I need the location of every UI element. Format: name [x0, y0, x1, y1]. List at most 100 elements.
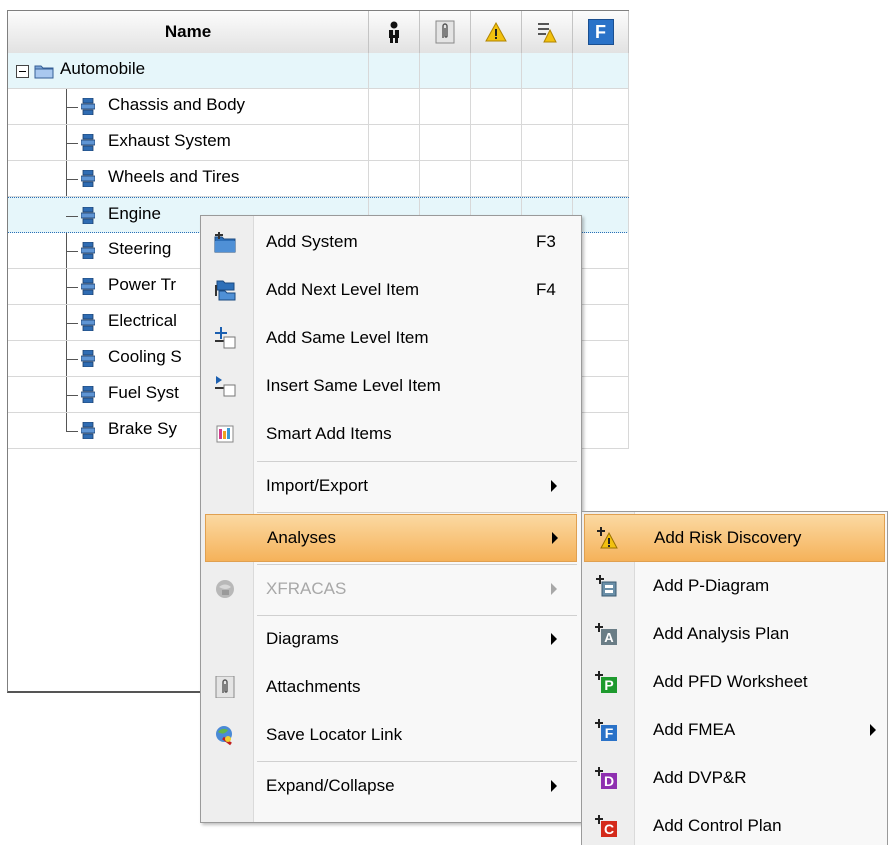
- menu-item-diagrams[interactable]: Diagrams: [201, 616, 581, 664]
- menu-item-add-next-level[interactable]: Add Next Level Item F4: [201, 267, 581, 315]
- system-icon: [81, 278, 95, 295]
- analysis-plan-icon: A: [595, 623, 617, 645]
- locator-link-icon: [216, 726, 232, 746]
- menu-item-label: Diagrams: [266, 629, 339, 648]
- tree-item-label: Power Tr: [108, 275, 177, 294]
- menu-item-label: Expand/Collapse: [266, 776, 395, 795]
- tree-item-label: Steering: [108, 239, 172, 258]
- tree-item-label: Engine: [108, 204, 161, 223]
- menu-separator: [257, 512, 577, 513]
- menu-item-label: Add Next Level Item: [266, 280, 420, 299]
- warning-icon: [485, 22, 507, 42]
- menu-item-attachments[interactable]: Attachments: [201, 664, 581, 712]
- system-icon: [81, 170, 95, 187]
- submenu-item-add-fmea[interactable]: F Add FMEA: [582, 707, 887, 755]
- menu-item-import-export[interactable]: Import/Export: [201, 463, 581, 511]
- tree-row[interactable]: Wheels and Tires: [8, 161, 629, 197]
- fmea-icon: F: [595, 719, 617, 741]
- tree-connector-line: [66, 431, 78, 432]
- submenu-item-add-pfd-worksheet[interactable]: P Add PFD Worksheet: [582, 659, 887, 707]
- menu-item-label: Attachments: [266, 677, 361, 696]
- tree-connector-line: [66, 323, 78, 324]
- menu-item-label: Analyses: [267, 528, 336, 547]
- menu-item-add-same-level[interactable]: Add Same Level Item: [201, 315, 581, 363]
- control-plan-icon: C: [595, 815, 617, 837]
- folder-icon: [34, 65, 54, 79]
- collapse-toggle[interactable]: [16, 65, 29, 78]
- xfracas-icon: [216, 580, 234, 598]
- tree-row-root[interactable]: Automobile: [8, 53, 629, 89]
- system-icon: [81, 242, 95, 259]
- fmea-column-header[interactable]: F: [573, 11, 629, 53]
- submenu-item-add-p-diagram[interactable]: Add P-Diagram: [582, 563, 887, 611]
- menu-item-label: Add P-Diagram: [653, 576, 770, 595]
- menu-item-add-system[interactable]: Add System F3: [201, 219, 581, 267]
- attachment-column-header[interactable]: [420, 11, 471, 53]
- submenu-arrow-icon: [552, 532, 558, 544]
- menu-separator: [257, 564, 577, 565]
- smart-add-icon: [216, 425, 234, 443]
- risk-discovery-icon: [597, 527, 618, 549]
- name-column-label: Name: [164, 22, 212, 41]
- menu-item-label: Add Risk Discovery: [654, 528, 802, 547]
- tree-item-label: Automobile: [60, 59, 146, 78]
- tree-item-label: Wheels and Tires: [108, 167, 240, 186]
- tree-connector-line: [66, 251, 78, 252]
- tree-row[interactable]: Chassis and Body: [8, 89, 629, 125]
- menu-separator: [257, 461, 577, 462]
- menu-item-expand-collapse[interactable]: Expand/Collapse: [201, 763, 581, 811]
- tree-connector-line: [66, 107, 78, 108]
- pfd-worksheet-icon: P: [595, 671, 617, 693]
- tree-connector-line: [66, 143, 78, 144]
- warning-column-header[interactable]: [471, 11, 522, 53]
- menu-item-save-locator-link[interactable]: Save Locator Link: [201, 712, 581, 760]
- person-column-header[interactable]: [369, 11, 420, 53]
- add-system-icon: [214, 232, 236, 253]
- tree-item-label: Cooling S: [108, 347, 182, 366]
- menu-item-label: Add DVP&R: [653, 768, 747, 787]
- menu-separator: [257, 761, 577, 762]
- menu-item-label: Add Same Level Item: [266, 328, 429, 347]
- submenu-item-add-dvpr[interactable]: D Add DVP&R: [582, 755, 887, 803]
- submenu-arrow-icon: [551, 633, 557, 645]
- menu-item-label: Add PFD Worksheet: [653, 672, 808, 691]
- submenu-arrow-icon: [870, 724, 876, 736]
- submenu-arrow-icon: [551, 480, 557, 492]
- tree-connector-line: [66, 216, 78, 217]
- menu-item-insert-same-level[interactable]: Insert Same Level Item: [201, 363, 581, 411]
- system-icon: [81, 134, 95, 151]
- fmea-f-icon: F: [587, 19, 614, 45]
- menu-item-xfracas: XFRACAS: [201, 566, 581, 614]
- paperclip-icon: [435, 20, 455, 44]
- add-same-level-icon: [215, 327, 236, 349]
- system-icon: [81, 422, 95, 439]
- menu-item-label: XFRACAS: [266, 579, 347, 598]
- paperclip-icon: [215, 676, 235, 698]
- shortcut-label: F3: [536, 232, 556, 251]
- tree-item-label: Brake Sy: [108, 419, 177, 438]
- tree-connector-line: [66, 287, 78, 288]
- system-icon: [81, 207, 95, 224]
- submenu-item-add-analysis-plan[interactable]: A Add Analysis Plan: [582, 611, 887, 659]
- context-menu: Add System F3 Add Next Level Item F4 Add…: [200, 215, 582, 823]
- tree-item-label: Exhaust System: [108, 131, 231, 150]
- name-column-header[interactable]: Name: [8, 11, 369, 53]
- system-icon: [81, 350, 95, 367]
- grid-header: Name F: [8, 11, 629, 54]
- system-icon: [81, 314, 95, 331]
- tree-row[interactable]: Exhaust System: [8, 125, 629, 161]
- submenu-item-add-risk-discovery[interactable]: Add Risk Discovery: [584, 514, 885, 562]
- menu-item-smart-add[interactable]: Smart Add Items: [201, 411, 581, 459]
- menu-item-label: Add FMEA: [653, 720, 736, 739]
- menu-item-label: Add Analysis Plan: [653, 624, 790, 643]
- p-diagram-icon: [596, 575, 617, 597]
- menu-item-analyses[interactable]: Analyses: [205, 514, 577, 562]
- add-next-level-icon: [215, 280, 236, 301]
- insert-same-level-icon: [215, 376, 236, 397]
- list-warning-column-header[interactable]: [522, 11, 573, 53]
- tree-connector-line: [66, 179, 78, 180]
- submenu-arrow-icon: [551, 583, 557, 595]
- tree-item-label: Chassis and Body: [108, 95, 246, 114]
- submenu-arrow-icon: [551, 780, 557, 792]
- tree-connector-line: [66, 359, 78, 360]
